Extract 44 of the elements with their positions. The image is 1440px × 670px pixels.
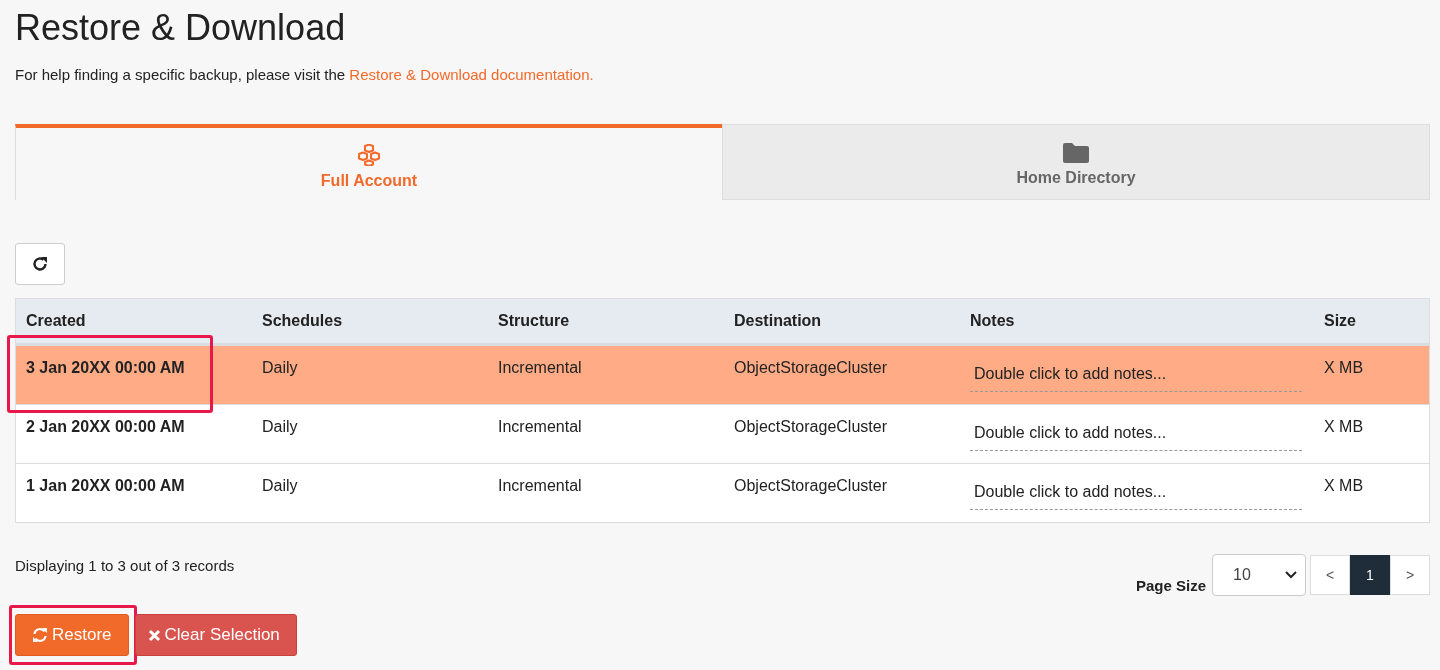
notes-field[interactable]: Double click to add notes... <box>970 359 1302 392</box>
table-cell-text: Daily <box>261 476 299 496</box>
column-header: Created <box>25 312 87 330</box>
refresh-icon <box>31 255 49 273</box>
table-cell-text: ObjectStorageCluster <box>733 476 888 496</box>
table-cell-text: 3 Jan 20XX 00:00 AM <box>25 358 186 378</box>
refresh-button[interactable] <box>15 243 65 285</box>
table-cell-text: Incremental <box>497 417 583 437</box>
column-header: Destination <box>733 312 823 330</box>
notes-field[interactable]: Double click to add notes... <box>970 418 1302 451</box>
column-header: Size <box>1323 312 1357 330</box>
table-cell-text: Daily <box>261 358 299 378</box>
table-cell-text: Daily <box>261 417 299 437</box>
page-button[interactable]: < <box>1310 555 1350 595</box>
table-row[interactable]: 1 Jan 20XX 00:00 AM Daily Incremental ObjectStorageCluster Double click to add notes... X MB <box>16 463 1429 522</box>
table-row[interactable]: 3 Jan 20XX 00:00 AM Daily Incremental ObjectStorageCluster Double click to add notes... X MB <box>16 345 1429 404</box>
table-cell-text: X MB <box>1323 476 1365 496</box>
notes-field[interactable]: Double click to add notes... <box>970 477 1302 510</box>
table-cell-text: X MB <box>1323 358 1365 378</box>
column-header: Structure <box>497 312 571 330</box>
cubes-icon <box>357 144 381 166</box>
table-cell-text: ObjectStorageCluster <box>733 417 888 437</box>
table-row[interactable]: 2 Jan 20XX 00:00 AM Daily Incremental ObjectStorageCluster Double click to add notes... X MB <box>16 404 1429 463</box>
help-text: For help finding a specific backup, please visit the Restore & Download documentation. <box>15 66 595 83</box>
folder-icon <box>1063 143 1089 163</box>
page-size-label: Page Size <box>1135 576 1206 594</box>
page-title: Restore & Download <box>15 6 347 50</box>
page-button[interactable]: > <box>1390 555 1430 595</box>
table-cell-text: Incremental <box>497 358 583 378</box>
table-cell-text: Incremental <box>497 476 583 496</box>
page-button[interactable]: 1 <box>1350 555 1390 595</box>
chevron-down-icon <box>1285 571 1297 579</box>
table-cell-text: 1 Jan 20XX 00:00 AM <box>25 476 186 496</box>
column-header: Notes <box>969 312 1016 330</box>
table-cell-text: ObjectStorageCluster <box>733 358 888 378</box>
page-size-select[interactable]: 10 <box>1212 554 1306 596</box>
table-cell-text: X MB <box>1323 417 1365 437</box>
tab[interactable]: Home Directory <box>722 124 1430 200</box>
table-cell-text: 2 Jan 20XX 00:00 AM <box>25 417 186 437</box>
column-header: Schedules <box>261 312 344 330</box>
records-count: Displaying 1 to 3 out of 3 records <box>15 557 235 576</box>
clear-selection-button[interactable]: Clear Selection <box>134 614 297 656</box>
sync-icon <box>32 627 48 643</box>
close-icon <box>147 628 161 642</box>
